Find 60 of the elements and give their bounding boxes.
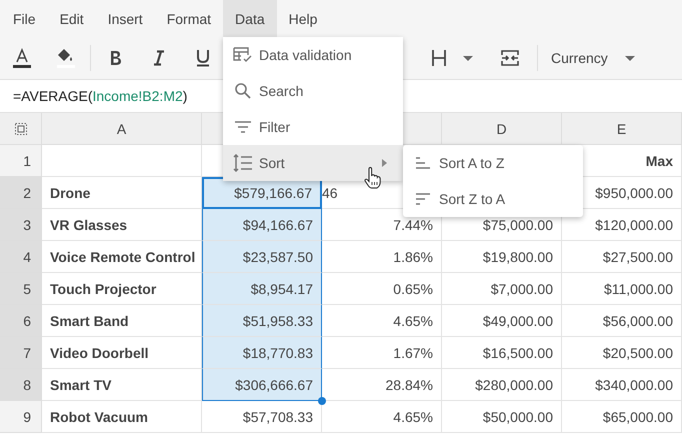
table-cell: $50,000.00 [442, 401, 562, 433]
row-header[interactable]: 2 [0, 177, 42, 209]
table-cell: 28.84% [322, 369, 442, 401]
table-cell: $11,000.00 [562, 273, 682, 305]
column-header[interactable]: D [442, 113, 562, 145]
sort-ascending-icon [413, 157, 433, 169]
table-cell: $19,800.00 [442, 241, 562, 273]
row-header[interactable]: 1 [0, 145, 42, 177]
row-header[interactable]: 4 [0, 241, 42, 273]
formula-text: =AVERAGE(Income!B2:M2) [13, 88, 188, 104]
row-header[interactable]: 9 [0, 401, 42, 433]
sort-icon [233, 154, 253, 172]
menu-item[interactable]: Help [276, 0, 330, 37]
table-cell: $23,587.50 [202, 241, 322, 273]
table-cell: $65,000.00 [562, 401, 682, 433]
row-header[interactable]: 3 [0, 209, 42, 241]
table-cell: $16,500.00 [442, 337, 562, 369]
filter-icon [233, 121, 253, 133]
table-cell: 1.67% [322, 337, 442, 369]
menu-item[interactable]: Edit [48, 0, 96, 37]
sort-descending-icon [413, 193, 433, 205]
table-cell: 4.65% [322, 305, 442, 337]
number-format-dropdown[interactable]: Currency [542, 42, 641, 74]
table-cell: $579,166.67 [202, 177, 322, 209]
menu-item[interactable]: Data [223, 0, 277, 37]
table-cell: $20,500.00 [562, 337, 682, 369]
table-cell: $56,000.00 [562, 305, 682, 337]
row-header[interactable]: 5 [0, 273, 42, 305]
table-cell: $27,500.00 [562, 241, 682, 273]
table-cell: 1.86% [322, 241, 442, 273]
menu-item[interactable]: File [1, 0, 48, 37]
search-icon [233, 82, 253, 100]
menu-item[interactable]: Format [154, 0, 224, 37]
select-all-icon[interactable] [14, 122, 26, 134]
row-header[interactable]: 8 [0, 369, 42, 401]
column-header[interactable]: A [42, 113, 202, 145]
menu-option[interactable]: Data validation [223, 37, 403, 73]
caret-icon [624, 56, 635, 60]
table-cell: $94,166.67 [202, 209, 322, 241]
column-header[interactable]: E [562, 113, 682, 145]
table-cell: $7,000.00 [442, 273, 562, 305]
menu-option[interactable]: Search [223, 73, 403, 109]
table-cell: $340,000.00 [562, 369, 682, 401]
table-cell: 0.65% [322, 273, 442, 305]
table-cell: $49,000.00 [442, 305, 562, 337]
row-header[interactable]: 6 [0, 305, 42, 337]
table-cell: $8,954.17 [202, 273, 322, 305]
table-cell: 4.65% [322, 401, 442, 433]
hand-cursor-icon [364, 167, 382, 189]
table-cell: $280,000.00 [442, 369, 562, 401]
menu-option[interactable]: Sort [223, 145, 403, 181]
fill-handle[interactable] [318, 397, 326, 405]
table-cell: $51,958.33 [202, 305, 322, 337]
table-cell: $18,770.83 [202, 337, 322, 369]
menu-item[interactable]: Insert [96, 0, 155, 37]
row-header[interactable]: 7 [0, 337, 42, 369]
table-cell: $57,708.33 [202, 401, 322, 433]
table-check-icon [233, 47, 253, 63]
menu-option[interactable]: Filter [223, 109, 403, 145]
table-cell: Robot Vacuum [42, 401, 202, 433]
